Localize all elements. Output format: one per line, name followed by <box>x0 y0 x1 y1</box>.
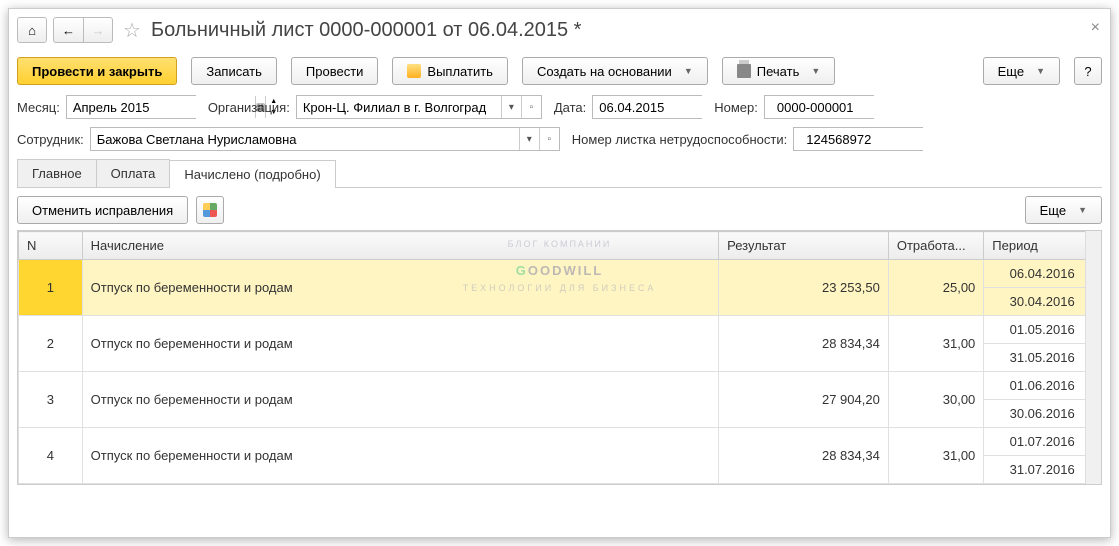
cell-period-from: 06.04.2016 <box>984 260 1101 288</box>
cell-period-to: 30.06.2016 <box>984 400 1101 428</box>
help-label: ? <box>1084 64 1091 79</box>
employee-input-group: ▾ ▫ <box>90 127 560 151</box>
table-row[interactable]: 3Отпуск по беременности и родам27 904,20… <box>19 372 1101 400</box>
cell-result: 28 834,34 <box>719 316 889 372</box>
more-button[interactable]: Еще ▼ <box>983 57 1060 85</box>
pay-icon <box>407 64 421 78</box>
cell-result: 27 904,20 <box>719 372 889 428</box>
post-and-close-button[interactable]: Провести и закрыть <box>17 57 177 85</box>
more-label: Еще <box>998 64 1024 79</box>
close-button[interactable]: × <box>1091 19 1100 37</box>
arrow-left-icon: ← <box>62 23 75 38</box>
pay-label: Выплатить <box>427 64 493 79</box>
chevron-down-icon: ▼ <box>1078 205 1087 215</box>
forward-button[interactable]: → <box>83 17 113 43</box>
col-accrual[interactable]: Начисление <box>82 232 718 260</box>
cell-accrual: Отпуск по беременности и родам <box>82 372 718 428</box>
accruals-table-wrap: N Начисление Результат Отработа... Перио… <box>17 230 1102 485</box>
print-label: Печать <box>757 64 800 79</box>
cell-accrual: Отпуск по беременности и родам <box>82 428 718 484</box>
date-label: Дата: <box>554 100 586 115</box>
org-input-group: ▾ ▫ <box>296 95 542 119</box>
number-label: Номер: <box>714 100 758 115</box>
table-row[interactable]: 2Отпуск по беременности и родам28 834,34… <box>19 316 1101 344</box>
vertical-scrollbar[interactable] <box>1085 231 1101 484</box>
tab-main[interactable]: Главное <box>17 159 97 187</box>
table-more-button[interactable]: Еще ▼ <box>1025 196 1102 224</box>
col-worked[interactable]: Отработа... <box>888 232 983 260</box>
arrow-right-icon: → <box>92 23 105 38</box>
cell-period-to: 31.07.2016 <box>984 456 1101 484</box>
employee-input[interactable] <box>91 128 519 150</box>
cancel-fixes-label: Отменить исправления <box>32 203 173 218</box>
employee-label: Сотрудник: <box>17 132 84 147</box>
cell-worked: 30,00 <box>888 372 983 428</box>
page-title: Больничный лист 0000-000001 от 06.04.201… <box>151 19 582 42</box>
cancel-fixes-button[interactable]: Отменить исправления <box>17 196 188 224</box>
pay-button[interactable]: Выплатить <box>392 57 508 85</box>
cell-n: 3 <box>19 372 83 428</box>
post-label: Провести <box>306 64 364 79</box>
back-button[interactable]: ← <box>53 17 83 43</box>
create-based-label: Создать на основании <box>537 64 672 79</box>
cell-accrual: Отпуск по беременности и родам <box>82 260 718 316</box>
cell-period-from: 01.05.2016 <box>984 316 1101 344</box>
cell-period-from: 01.07.2016 <box>984 428 1101 456</box>
table-more-label: Еще <box>1040 203 1066 218</box>
month-input-group: ▦ ▲▼ <box>66 95 196 119</box>
save-button[interactable]: Записать <box>191 57 277 85</box>
employee-open-button[interactable]: ▫ <box>539 128 559 150</box>
tab-payment[interactable]: Оплата <box>96 159 171 187</box>
configure-icon <box>203 203 217 217</box>
home-icon: ⌂ <box>28 23 36 38</box>
sheet-num-input-wrap <box>793 127 923 151</box>
sheet-num-input[interactable] <box>800 128 988 150</box>
table-row[interactable]: 4Отпуск по беременности и родам28 834,34… <box>19 428 1101 456</box>
date-input-group: ▦ <box>592 95 702 119</box>
cell-worked: 31,00 <box>888 316 983 372</box>
org-dropdown-button[interactable]: ▾ <box>501 96 521 118</box>
org-label: Организация: <box>208 100 290 115</box>
col-result[interactable]: Результат <box>719 232 889 260</box>
cell-n: 1 <box>19 260 83 316</box>
cell-period-to: 31.05.2016 <box>984 344 1101 372</box>
configure-columns-button[interactable] <box>196 196 224 224</box>
tab-accrued[interactable]: Начислено (подробно) <box>169 160 335 188</box>
save-label: Записать <box>206 64 262 79</box>
favorite-icon[interactable]: ☆ <box>123 18 141 43</box>
print-button[interactable]: Печать ▼ <box>722 57 836 85</box>
cell-result: 23 253,50 <box>719 260 889 316</box>
accruals-table: N Начисление Результат Отработа... Перио… <box>18 231 1101 484</box>
chevron-down-icon: ▼ <box>1036 66 1045 76</box>
cell-period-to: 30.04.2016 <box>984 288 1101 316</box>
cell-worked: 31,00 <box>888 428 983 484</box>
cell-result: 28 834,34 <box>719 428 889 484</box>
number-input-wrap <box>764 95 874 119</box>
create-based-on-button[interactable]: Создать на основании ▼ <box>522 57 708 85</box>
print-icon <box>737 64 751 78</box>
sheet-num-label: Номер листка нетрудоспособности: <box>572 132 787 147</box>
home-button[interactable]: ⌂ <box>17 17 47 43</box>
cell-worked: 25,00 <box>888 260 983 316</box>
chevron-down-icon: ▼ <box>811 66 820 76</box>
chevron-down-icon: ▼ <box>684 66 693 76</box>
cell-period-from: 01.06.2016 <box>984 372 1101 400</box>
cell-n: 2 <box>19 316 83 372</box>
cell-accrual: Отпуск по беременности и родам <box>82 316 718 372</box>
cell-n: 4 <box>19 428 83 484</box>
month-label: Месяц: <box>17 100 60 115</box>
org-open-button[interactable]: ▫ <box>521 96 541 118</box>
col-period[interactable]: Период <box>984 232 1101 260</box>
org-input[interactable] <box>297 96 501 118</box>
help-button[interactable]: ? <box>1074 57 1102 85</box>
table-row[interactable]: 1Отпуск по беременности и родам23 253,50… <box>19 260 1101 288</box>
post-button[interactable]: Провести <box>291 57 379 85</box>
employee-dropdown-button[interactable]: ▾ <box>519 128 539 150</box>
number-input[interactable] <box>771 96 959 118</box>
col-n[interactable]: N <box>19 232 83 260</box>
post-close-label: Провести и закрыть <box>32 64 162 79</box>
